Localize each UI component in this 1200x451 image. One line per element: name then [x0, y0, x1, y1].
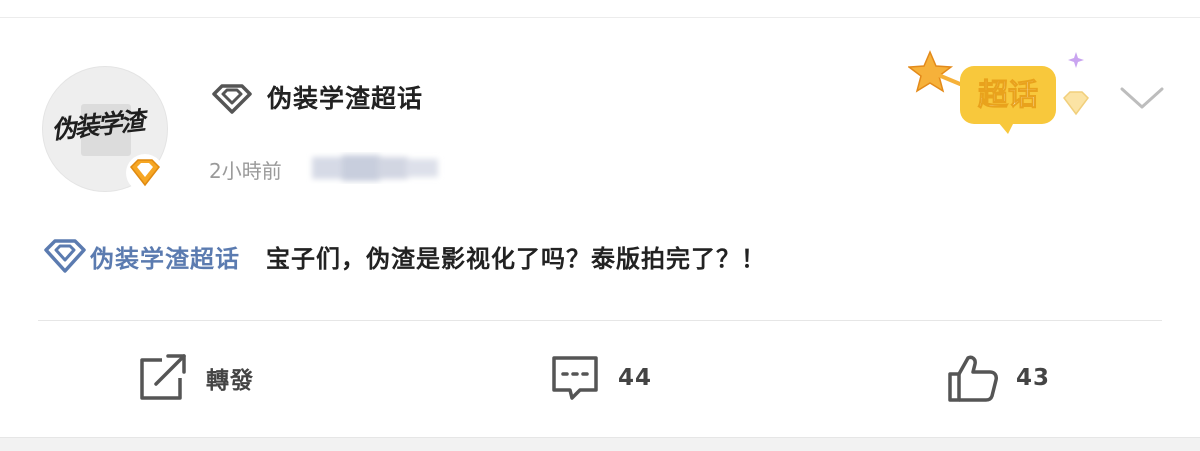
chevron-down-icon[interactable]: [1118, 84, 1166, 112]
weibo-post-card: 伪装学渣 伪装学渣超话 2小時前 超话 伪装学渣超话 宝子们，伪渣是影视化了吗？…: [0, 0, 1200, 451]
like-button[interactable]: 43: [946, 352, 1050, 404]
repost-button[interactable]: 轉發: [136, 352, 254, 404]
sticker-label: 超话: [978, 78, 1038, 113]
blurred-source-text: [312, 155, 438, 181]
topic-name[interactable]: 伪装学渣超话: [267, 83, 423, 115]
top-divider: [0, 17, 1200, 18]
bottom-band: [0, 437, 1200, 451]
comment-icon: [552, 356, 598, 400]
post-text: 宝子们，伪渣是影视化了吗？泰版拍完了？！: [266, 244, 766, 273]
supertopic-tag-link[interactable]: 伪装学渣超话: [42, 238, 240, 274]
avatar-calligraphy-logo: 伪装学渣: [49, 106, 145, 145]
repost-icon: [140, 354, 186, 400]
verified-diamond-badge-icon: [126, 154, 164, 192]
repost-label: 轉發: [206, 368, 254, 394]
comment-count: 44: [618, 365, 653, 391]
thumbs-up-icon: [948, 355, 998, 402]
supertopic-tag-icon: [44, 239, 86, 273]
supertopic-tag-label: 伪装学渣超话: [90, 244, 240, 273]
post-time: 2小時前: [209, 159, 282, 183]
comment-button[interactable]: 44: [548, 352, 652, 404]
like-count: 43: [1016, 365, 1051, 391]
action-divider: [38, 320, 1162, 321]
supertopic-diamond-icon: [212, 84, 252, 114]
post-body: 伪装学渣超话 宝子们，伪渣是影视化了吗？泰版拍完了？！: [42, 237, 766, 275]
supertopic-sticker: 超话: [908, 50, 1089, 134]
